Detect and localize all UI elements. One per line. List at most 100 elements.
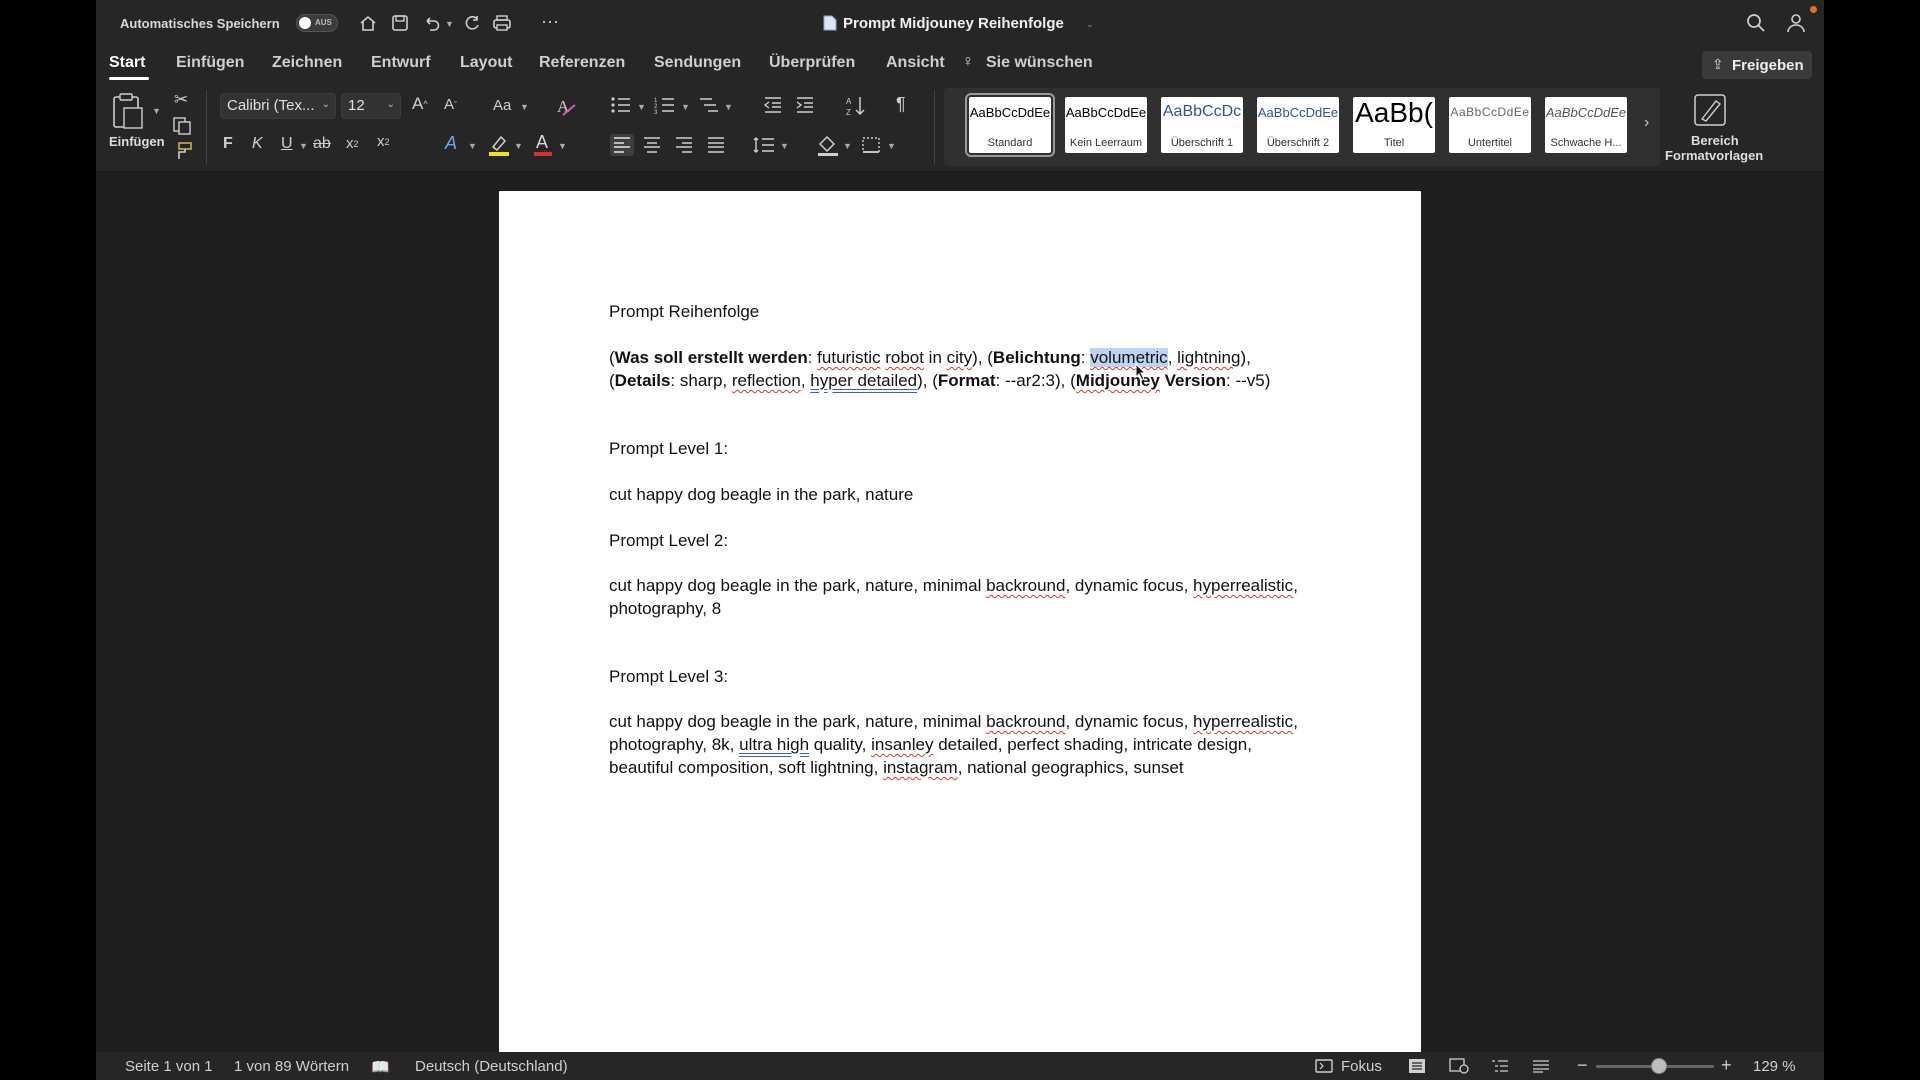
align-right-icon[interactable] bbox=[674, 136, 694, 154]
tab-einfuegen[interactable]: Einfügen bbox=[176, 54, 244, 72]
justify-icon[interactable] bbox=[706, 136, 726, 154]
save-icon[interactable] bbox=[390, 13, 410, 33]
paste-icon[interactable] bbox=[110, 92, 148, 132]
word-count[interactable]: 1 von 89 Wörtern bbox=[234, 1058, 349, 1075]
zoom-slider-thumb[interactable] bbox=[1651, 1058, 1668, 1074]
align-left-icon[interactable] bbox=[610, 134, 634, 156]
style-titel[interactable]: AaBb( Titel bbox=[1353, 97, 1435, 153]
tab-ueberpruefen[interactable]: Überprüfen bbox=[769, 54, 855, 72]
zoom-in-icon[interactable]: + bbox=[1721, 1055, 1732, 1076]
tab-start[interactable]: Start bbox=[109, 54, 145, 72]
tab-zeichnen[interactable]: Zeichnen bbox=[272, 54, 342, 72]
page-count[interactable]: Seite 1 von 1 bbox=[125, 1058, 213, 1075]
styles-gallery-chevron-right-icon[interactable]: › bbox=[1644, 114, 1649, 132]
tab-ansicht[interactable]: Ansicht bbox=[886, 54, 945, 72]
cut-icon[interactable]: ✂ bbox=[174, 90, 188, 110]
style-ueberschrift-2[interactable]: AaBbCcDdEe Überschrift 2 bbox=[1257, 97, 1339, 153]
home-icon[interactable] bbox=[358, 13, 378, 33]
font-color-icon[interactable]: A bbox=[532, 132, 554, 158]
highlight-dropdown-icon[interactable]: ▼ bbox=[514, 141, 523, 151]
tab-sendungen[interactable]: Sendungen bbox=[654, 54, 741, 72]
style-schwache-hervorhebung[interactable]: AaBbCcDdEe Schwache H... bbox=[1545, 97, 1627, 153]
shading-dropdown-icon[interactable]: ▼ bbox=[843, 141, 852, 151]
line-spacing-icon[interactable] bbox=[753, 136, 775, 154]
doc-paragraph-line: cut happy dog beagle in the park, nature… bbox=[609, 576, 1298, 595]
zoom-level[interactable]: 129 % bbox=[1753, 1058, 1796, 1075]
status-bar: Seite 1 von 1 1 von 89 Wörtern 📖 Deutsch… bbox=[96, 1052, 1824, 1080]
styles-pane-label-2[interactable]: Formatvorlagen bbox=[1665, 148, 1763, 163]
bullets-dropdown-icon[interactable]: ▼ bbox=[637, 102, 646, 112]
superscript-icon[interactable]: x2 bbox=[377, 133, 390, 150]
font-size-combo[interactable]: 12 ⌄ bbox=[341, 93, 401, 119]
focus-label[interactable]: Fokus bbox=[1341, 1058, 1382, 1075]
focus-icon[interactable] bbox=[1315, 1059, 1333, 1073]
align-center-icon[interactable] bbox=[642, 136, 662, 154]
tab-entwurf[interactable]: Entwurf bbox=[371, 54, 431, 72]
multilevel-list-icon[interactable] bbox=[698, 95, 720, 115]
shrink-font-icon[interactable]: Aˇ bbox=[444, 96, 457, 113]
outline-view-icon[interactable] bbox=[1491, 1059, 1509, 1073]
autosave-toggle[interactable]: AUS bbox=[296, 14, 338, 32]
copy-icon[interactable] bbox=[172, 116, 192, 136]
decrease-indent-icon[interactable] bbox=[763, 96, 783, 114]
document-title[interactable]: Prompt Midjouney Reihenfolge bbox=[843, 15, 1064, 32]
tell-me-search[interactable]: Sie wünschen bbox=[986, 54, 1093, 72]
underline-dropdown-icon[interactable]: ▼ bbox=[299, 141, 308, 151]
more-icon[interactable]: ··· bbox=[541, 11, 559, 32]
title-chevron-down-icon[interactable]: ⌄ bbox=[1086, 19, 1094, 30]
styles-pane-label[interactable]: Bereich bbox=[1691, 133, 1739, 148]
style-sample: AaBbCcDdEe bbox=[1065, 105, 1147, 120]
clear-formatting-icon[interactable]: A bbox=[555, 95, 577, 117]
document-canvas[interactable]: Prompt Reihenfolge (Was soll erstellt we… bbox=[96, 172, 1824, 1061]
numbering-icon[interactable]: 123 bbox=[654, 95, 676, 115]
strikethrough-icon[interactable]: ab bbox=[313, 135, 331, 153]
web-layout-icon[interactable] bbox=[1449, 1058, 1469, 1074]
undo-dropdown-icon[interactable]: ▼ bbox=[445, 19, 454, 29]
undo-icon[interactable] bbox=[422, 13, 442, 33]
bold-icon[interactable]: F bbox=[223, 135, 233, 153]
bullets-icon[interactable] bbox=[610, 95, 632, 115]
styles-pane-icon[interactable] bbox=[1692, 92, 1728, 128]
paste-label[interactable]: Einfügen bbox=[109, 134, 165, 149]
increase-indent-icon[interactable] bbox=[795, 96, 815, 114]
multilevel-dropdown-icon[interactable]: ▼ bbox=[724, 102, 733, 112]
font-size-chevron-down-icon: ⌄ bbox=[386, 99, 395, 110]
subscript-icon[interactable]: x2 bbox=[346, 135, 359, 152]
sort-icon[interactable]: AZ bbox=[845, 95, 867, 117]
change-case-dropdown-icon[interactable]: ▼ bbox=[520, 102, 529, 112]
format-painter-icon[interactable] bbox=[173, 141, 193, 161]
text-effects-dropdown-icon[interactable]: ▼ bbox=[468, 141, 477, 151]
highlight-color-icon[interactable] bbox=[488, 134, 510, 156]
draft-view-icon[interactable] bbox=[1532, 1059, 1550, 1073]
text-effects-icon[interactable]: A bbox=[445, 133, 457, 154]
search-icon[interactable] bbox=[1746, 13, 1766, 33]
font-color-dropdown-icon[interactable]: ▼ bbox=[558, 141, 567, 151]
account-icon[interactable] bbox=[1785, 12, 1807, 34]
share-button[interactable]: ⇪ Freigeben bbox=[1702, 51, 1812, 79]
paste-dropdown-icon[interactable]: ▼ bbox=[152, 106, 161, 116]
print-icon[interactable] bbox=[491, 13, 513, 33]
proofing-icon[interactable]: 📖 bbox=[371, 1058, 390, 1076]
zoom-out-icon[interactable]: − bbox=[1577, 1055, 1588, 1076]
grow-font-icon[interactable]: A ^ bbox=[412, 94, 428, 114]
line-spacing-dropdown-icon[interactable]: ▼ bbox=[780, 141, 789, 151]
borders-dropdown-icon[interactable]: ▼ bbox=[887, 141, 896, 151]
underline-icon[interactable]: U bbox=[281, 135, 293, 153]
style-ueberschrift-1[interactable]: AaBbCcDc Überschrift 1 bbox=[1161, 97, 1243, 153]
style-standard[interactable]: AaBbCcDdEe Standard bbox=[965, 93, 1055, 157]
print-layout-icon[interactable] bbox=[1408, 1058, 1426, 1074]
borders-icon[interactable] bbox=[861, 136, 881, 154]
tab-referenzen[interactable]: Referenzen bbox=[539, 54, 625, 72]
tab-layout[interactable]: Layout bbox=[460, 54, 512, 72]
redo-icon[interactable] bbox=[462, 13, 482, 33]
font-name-combo[interactable]: Calibri (Tex... ⌄ bbox=[220, 93, 336, 119]
style-kein-leerraum[interactable]: AaBbCcDdEe Kein Leerraum bbox=[1065, 97, 1147, 153]
change-case-icon[interactable]: Aa bbox=[493, 97, 511, 114]
language-status[interactable]: Deutsch (Deutschland) bbox=[415, 1058, 568, 1075]
style-untertitel[interactable]: AaBbCcDdEe Untertitel bbox=[1449, 97, 1531, 153]
numbering-dropdown-icon[interactable]: ▼ bbox=[681, 102, 690, 112]
document-page[interactable]: Prompt Reihenfolge (Was soll erstellt we… bbox=[499, 191, 1421, 1061]
show-formatting-marks-icon[interactable]: ¶ bbox=[896, 94, 906, 115]
italic-icon[interactable]: K bbox=[252, 135, 263, 153]
shading-icon[interactable] bbox=[817, 134, 839, 156]
